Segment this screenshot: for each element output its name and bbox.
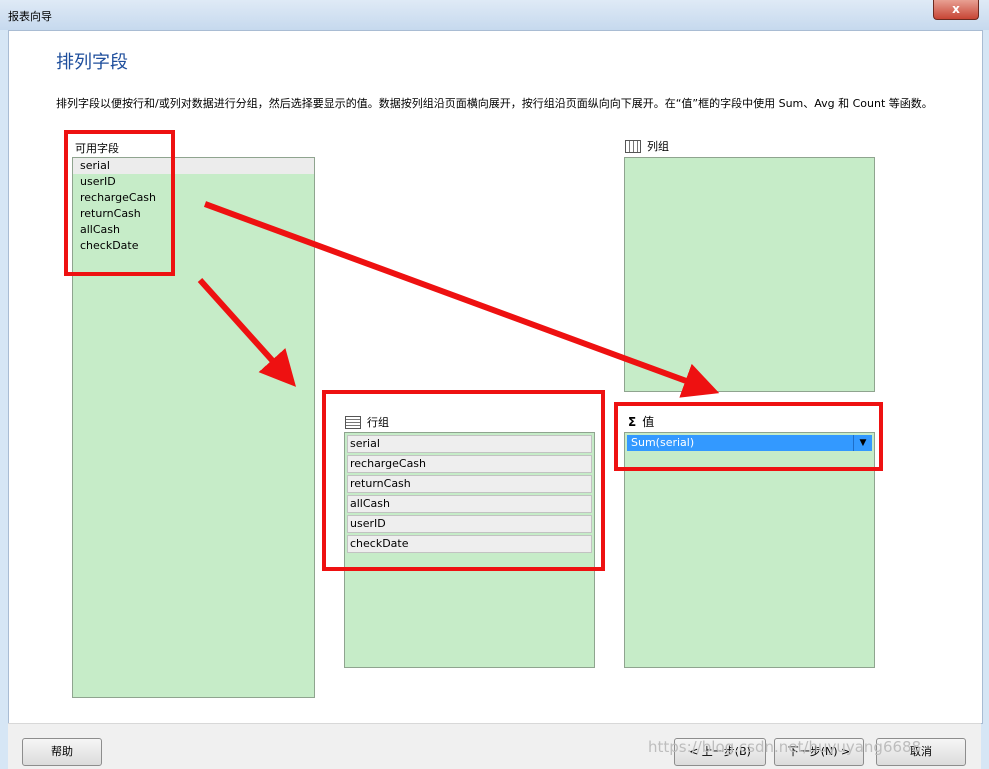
column-grid-icon — [625, 139, 641, 153]
annotation-box-values — [614, 402, 883, 471]
column-groups-drop-zone[interactable] — [624, 157, 875, 392]
watermark-text: https://blog.csdn.net/huyuyang6688 — [648, 738, 922, 756]
window-title: 报表向导 — [8, 10, 52, 23]
title-bar: 报表向导 x — [0, 0, 989, 30]
column-groups-label-text: 列组 — [647, 140, 669, 153]
page-title: 排列字段 — [56, 52, 128, 73]
close-button[interactable]: x — [933, 0, 979, 20]
help-button[interactable]: 帮助 — [22, 738, 102, 766]
page-description: 排列字段以便按行和/或列对数据进行分组，然后选择要显示的值。数据按列组沿页面横向… — [56, 97, 933, 110]
annotation-box-available — [64, 130, 175, 276]
column-groups-label: 列组 — [625, 138, 669, 154]
annotation-box-rows — [322, 390, 605, 571]
